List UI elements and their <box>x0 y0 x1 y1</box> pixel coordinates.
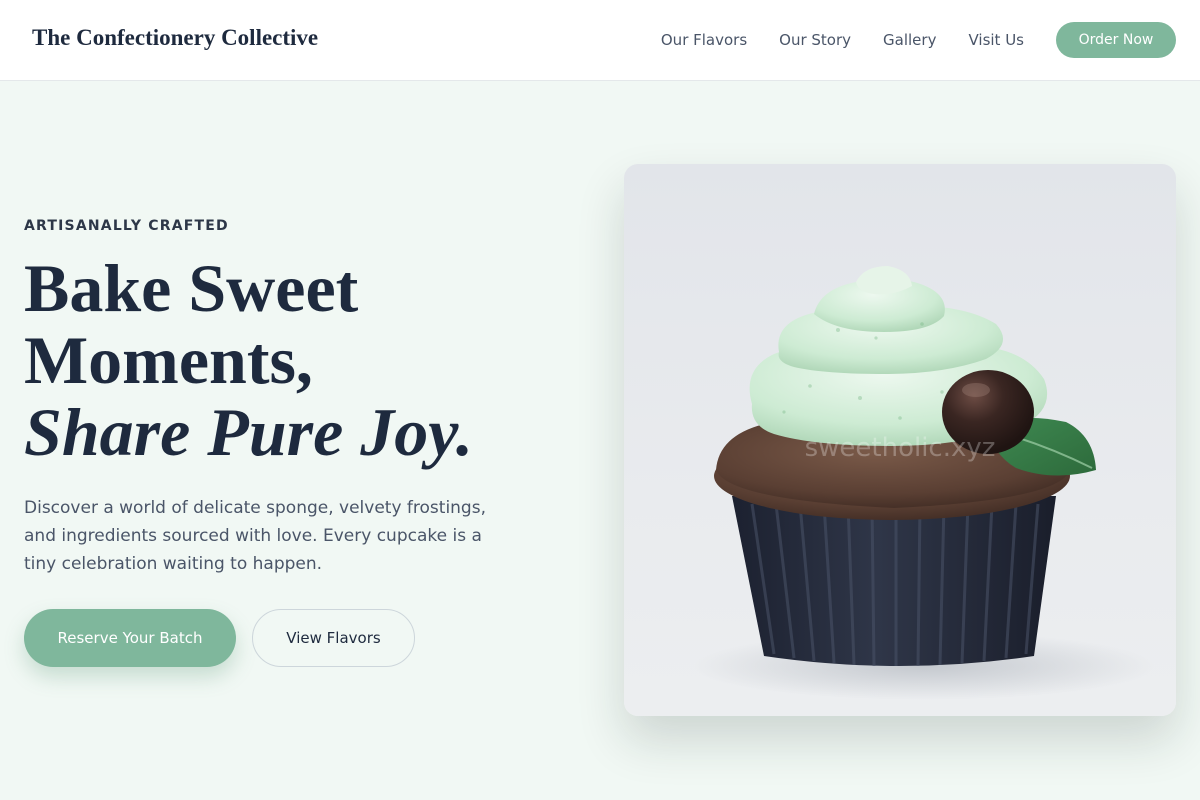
nav-link-our-story[interactable]: Our Story <box>779 31 851 49</box>
hero-eyebrow: ARTISANALLY CRAFTED <box>24 218 229 234</box>
brand-logo[interactable]: The Confectionery Collective <box>32 25 318 51</box>
reserve-batch-button[interactable]: Reserve Your Batch <box>24 609 236 667</box>
cupcake-illustration: sweetholic.xyz <box>694 266 1154 700</box>
hero-description: Discover a world of delicate sponge, vel… <box>24 498 486 574</box>
nav-link-visit-us[interactable]: Visit Us <box>968 31 1024 49</box>
main-nav: Our Flavors Our Story Gallery Visit Us O… <box>661 0 1176 80</box>
order-now-button[interactable]: Order Now <box>1056 22 1176 58</box>
nav-link-gallery[interactable]: Gallery <box>883 31 936 49</box>
view-flavors-button[interactable]: View Flavors <box>252 609 415 667</box>
nav-link-our-flavors[interactable]: Our Flavors <box>661 31 747 49</box>
site-header: The Confectionery Collective Our Flavors… <box>0 0 1200 81</box>
headline-line-2: Moments, <box>24 322 313 398</box>
headline-line-3: Share Pure Joy. <box>24 394 473 470</box>
image-watermark: sweetholic.xyz <box>805 433 996 463</box>
hero-headline: Bake Sweet Moments, Share Pure Joy. <box>24 252 473 468</box>
headline-line-1: Bake Sweet <box>24 250 359 326</box>
hero-cupcake-image: sweetholic.xyz <box>624 164 1176 716</box>
